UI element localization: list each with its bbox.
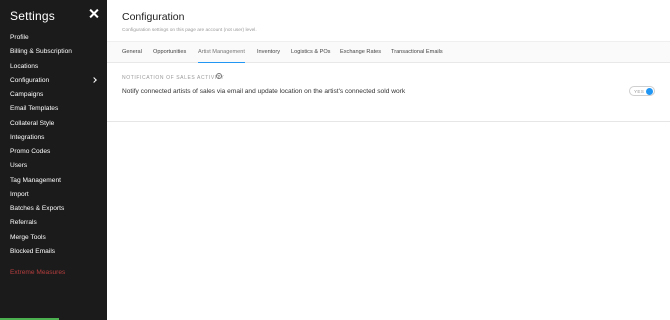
tab-transactional-emails[interactable]: Transactional Emails: [391, 42, 443, 63]
main-content: Configuration Configuration settings on …: [107, 0, 670, 320]
sidebar-item-campaigns[interactable]: Campaigns: [0, 88, 107, 102]
setting-label: Notify connected artists of sales via em…: [122, 88, 406, 95]
sidebar-nav: Profile Billing & Subscription Locations…: [0, 31, 107, 259]
tab-artist-management[interactable]: Artist Management: [198, 42, 245, 63]
help-icon[interactable]: ?: [216, 72, 222, 79]
sidebar-item-merge-tools[interactable]: Merge Tools: [0, 231, 107, 245]
sidebar-title: Settings: [10, 9, 55, 23]
section-heading: NOTIFICATION OF SALES ACTIVITY: [122, 75, 225, 81]
tab-exchange-rates[interactable]: Exchange Rates: [340, 42, 381, 63]
toggle-label: YES: [634, 88, 645, 94]
tab-logistics-pos[interactable]: Logistics & POs: [291, 42, 330, 63]
tab-opportunities[interactable]: Opportunities: [153, 42, 186, 63]
close-icon[interactable]: [89, 9, 99, 19]
toggle-knob: [646, 87, 653, 95]
sidebar-item-locations[interactable]: Locations: [0, 60, 107, 74]
page-subtitle: Configuration settings on this page are …: [122, 28, 257, 33]
tab-bar: General Opportunities Artist Management …: [107, 41, 670, 63]
notify-artists-toggle[interactable]: YES: [629, 86, 655, 96]
sidebar-item-integrations[interactable]: Integrations: [0, 131, 107, 145]
sidebar-item-batches-exports[interactable]: Batches & Exports: [0, 202, 107, 216]
tab-inventory[interactable]: Inventory: [257, 42, 280, 63]
sidebar-item-referrals[interactable]: Referrals: [0, 216, 107, 230]
chevron-right-icon: [91, 77, 97, 84]
sidebar-item-import[interactable]: Import: [0, 188, 107, 202]
sidebar-item-billing-subscription[interactable]: Billing & Subscription: [0, 45, 107, 59]
sidebar-item-tag-management[interactable]: Tag Management: [0, 174, 107, 188]
sidebar-item-users[interactable]: Users: [0, 159, 107, 173]
sidebar-item-configuration[interactable]: Configuration: [0, 74, 107, 88]
page-title: Configuration: [122, 11, 185, 23]
tab-general[interactable]: General: [122, 42, 142, 63]
settings-sidebar: Settings Profile Billing & Subscription …: [0, 0, 107, 320]
sidebar-item-blocked-emails[interactable]: Blocked Emails: [0, 245, 107, 259]
sales-notification-section: NOTIFICATION OF SALES ACTIVITY ? Notify …: [107, 63, 670, 122]
sidebar-item-label: Configuration: [10, 76, 50, 84]
sidebar-item-collateral-style[interactable]: Collateral Style: [0, 117, 107, 131]
sidebar-item-profile[interactable]: Profile: [0, 31, 107, 45]
sidebar-item-promo-codes[interactable]: Promo Codes: [0, 145, 107, 159]
sidebar-item-extreme-measures[interactable]: Extreme Measures: [10, 269, 65, 276]
sidebar-item-email-templates[interactable]: Email Templates: [0, 102, 107, 116]
